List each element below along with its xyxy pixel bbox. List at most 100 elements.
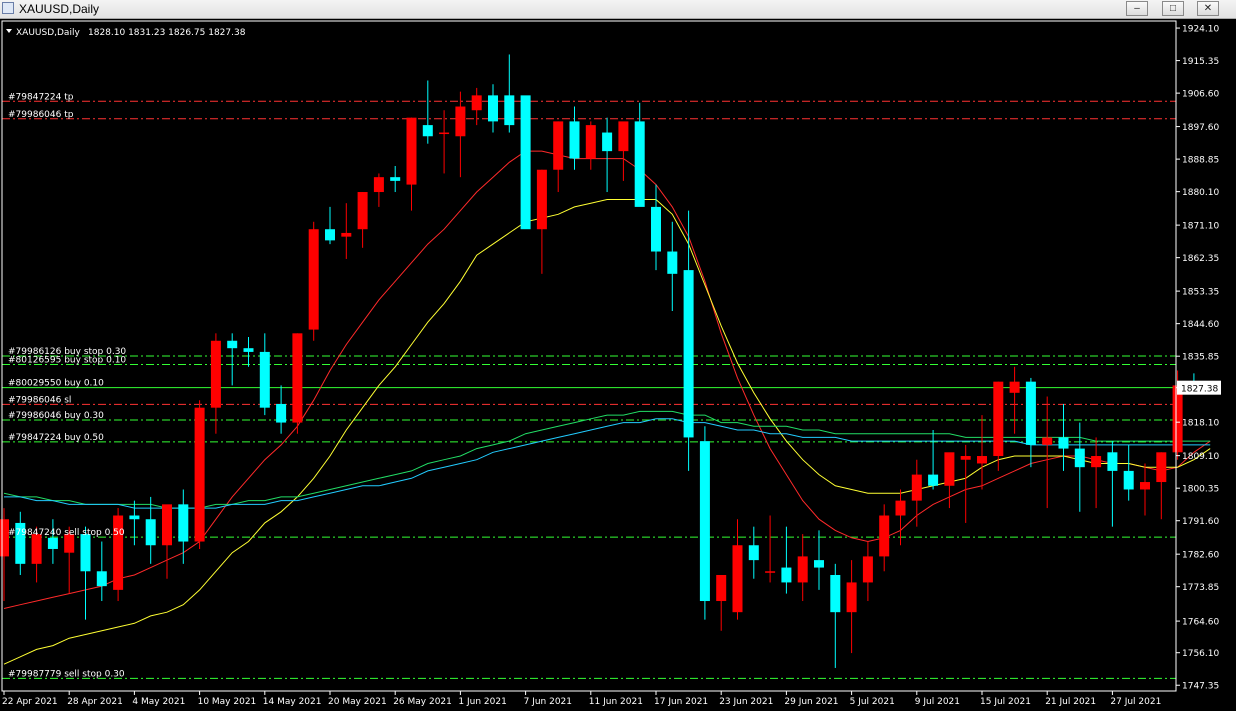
time-tick-label: 26 May 2021 xyxy=(393,697,452,707)
candle-body xyxy=(830,574,841,613)
window-titlebar: XAUUSD,Daily – □ ✕ xyxy=(0,0,1236,19)
time-tick-label: 20 May 2021 xyxy=(328,697,387,707)
time-tick-label: 11 Jun 2021 xyxy=(589,697,643,707)
candle-body xyxy=(227,340,238,349)
candle-body xyxy=(651,206,661,252)
candle-body xyxy=(357,192,368,230)
candle-body xyxy=(80,534,91,572)
time-tick-label: 15 Jul 2021 xyxy=(980,697,1031,707)
time-tick-label: 7 Jun 2021 xyxy=(524,697,572,707)
candle-body xyxy=(439,132,450,135)
order-level-label: #79986046 tp xyxy=(8,110,74,120)
candle-body xyxy=(471,95,482,111)
candle-body xyxy=(504,95,515,126)
candle-body xyxy=(47,537,58,549)
candle-body xyxy=(846,582,857,613)
candle-body xyxy=(373,177,384,193)
price-chart[interactable]: #79847224 tp#79986046 tp#79986126 buy st… xyxy=(0,19,1236,711)
current-price-tag-label: 1827.38 xyxy=(1181,385,1218,395)
time-tick-label: 27 Jul 2021 xyxy=(1110,697,1161,707)
candle-body xyxy=(667,251,678,274)
price-tick-label: 1924.10 xyxy=(1182,25,1219,35)
time-tick-label: 21 Jul 2021 xyxy=(1045,697,1096,707)
candle-body xyxy=(113,515,124,590)
time-tick-label: 17 Jun 2021 xyxy=(654,697,708,707)
price-tick-label: 1782.60 xyxy=(1182,551,1219,561)
candle-body xyxy=(765,571,776,573)
candle-body xyxy=(259,351,270,408)
candle-body xyxy=(1156,452,1167,483)
candle-body xyxy=(129,515,140,520)
order-level-label: #79986046 sl xyxy=(8,395,71,405)
candle-body xyxy=(862,556,873,583)
price-tick-label: 1773.85 xyxy=(1182,583,1219,593)
minimize-button[interactable]: – xyxy=(1126,1,1148,16)
candle-body xyxy=(732,545,743,613)
candle-body xyxy=(1074,448,1085,468)
candle-body xyxy=(879,515,890,557)
candle-body xyxy=(911,474,922,501)
candle-body xyxy=(390,177,401,181)
time-tick-label: 23 Jun 2021 xyxy=(719,697,773,707)
candle xyxy=(699,426,710,620)
candle-body xyxy=(520,95,531,230)
order-level-label: #79847224 tp xyxy=(8,92,74,102)
candle-body xyxy=(1123,470,1134,490)
candle-body xyxy=(292,333,303,423)
price-tick-label: 1915.35 xyxy=(1182,57,1219,67)
order-level-label: #79847224 buy 0.50 xyxy=(8,433,104,443)
price-tick-label: 1888.85 xyxy=(1182,156,1219,166)
candle-body xyxy=(308,229,319,330)
time-tick-label: 10 May 2021 xyxy=(198,697,257,707)
candle-body xyxy=(1091,456,1102,468)
candle-body xyxy=(1107,452,1118,471)
candle-body xyxy=(31,534,42,564)
candle-body xyxy=(1140,482,1150,490)
candle-body xyxy=(341,232,352,237)
candle-body xyxy=(797,556,808,583)
candle-body xyxy=(243,348,254,352)
candle-body xyxy=(895,500,906,516)
order-level-label: #80029550 buy 0.10 xyxy=(8,379,104,389)
time-tick-label: 9 Jul 2021 xyxy=(915,697,960,707)
time-tick-label: 22 Apr 2021 xyxy=(2,697,58,707)
candle-body xyxy=(1058,437,1069,449)
candle-body xyxy=(325,229,335,241)
candle-body xyxy=(210,340,221,408)
candle-body xyxy=(145,519,156,546)
order-level-label: #79847240 sell stop 0.50 xyxy=(8,528,125,538)
price-tick-label: 1906.60 xyxy=(1182,90,1219,100)
candle-body xyxy=(602,132,613,152)
close-button[interactable]: ✕ xyxy=(1197,1,1219,16)
candle-body xyxy=(178,504,189,542)
time-tick-label: 14 May 2021 xyxy=(263,697,322,707)
time-tick-label: 29 Jun 2021 xyxy=(784,697,838,707)
candle-body xyxy=(683,270,694,438)
candle-body xyxy=(993,381,1004,457)
time-tick-label: 5 Jul 2021 xyxy=(850,697,895,707)
candle-body xyxy=(781,567,792,583)
candle-body xyxy=(944,452,955,486)
candle xyxy=(292,333,303,434)
price-tick-label: 1853.35 xyxy=(1182,288,1219,298)
candle xyxy=(308,221,319,341)
price-tick-label: 1800.35 xyxy=(1182,485,1219,495)
price-tick-label: 1844.60 xyxy=(1182,320,1219,330)
restore-button[interactable]: □ xyxy=(1162,1,1184,16)
order-level-label: #79987779 sell stop 0.30 xyxy=(8,669,125,679)
chart-window-icon xyxy=(2,2,14,14)
candle-body xyxy=(488,95,498,122)
candle-body xyxy=(194,407,205,542)
price-tick-label: 1818.10 xyxy=(1182,419,1219,429)
candle-body xyxy=(960,456,971,460)
candle-body xyxy=(716,574,727,602)
candle-body xyxy=(406,117,417,185)
candle xyxy=(520,95,531,230)
candle-body xyxy=(1042,437,1053,445)
price-tick-label: 1764.60 xyxy=(1182,618,1219,628)
price-tick-label: 1791.60 xyxy=(1182,517,1219,527)
time-tick-label: 28 Apr 2021 xyxy=(67,697,123,707)
candle-body xyxy=(977,456,987,464)
candle-body xyxy=(162,504,172,546)
bottom-strip xyxy=(0,711,1236,725)
